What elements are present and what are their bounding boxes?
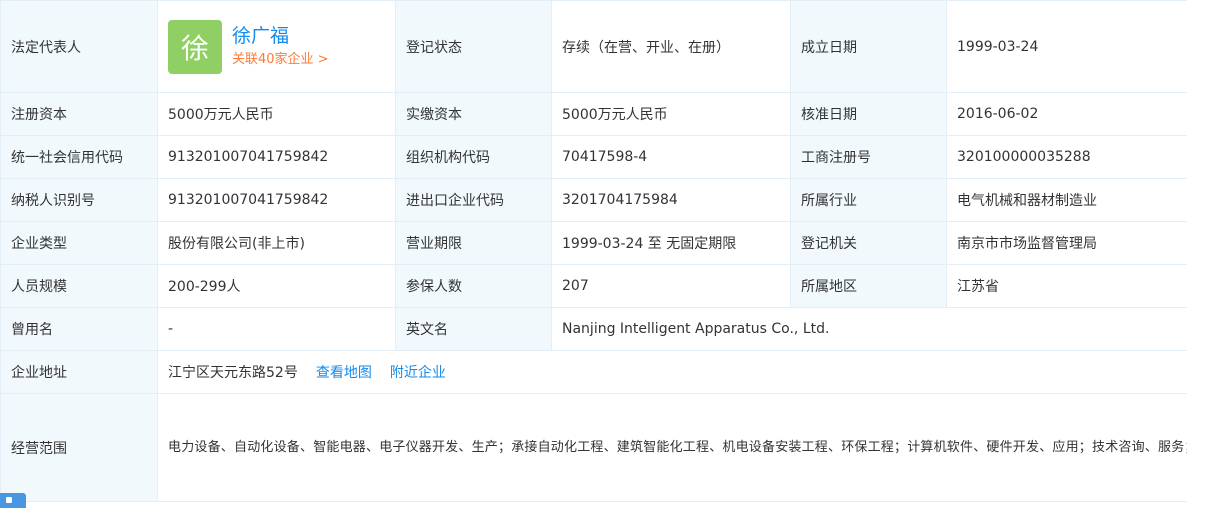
table-row: 注册资本 5000万元人民币 实缴资本 5000万元人民币 核准日期 2016-… [0, 92, 1188, 136]
table-row: 纳税人识别号 913201007041759842 进出口企业代码 320170… [0, 178, 1188, 222]
approved-date-value: 2016-06-02 [946, 92, 1188, 136]
business-scope-value: 电力设备、自动化设备、智能电器、电子仪器开发、生产；承接自动化工程、建筑智能化工… [157, 393, 1188, 502]
staff-size-label: 人员规模 [0, 264, 158, 308]
insured-count-label: 参保人数 [395, 264, 552, 308]
business-scope-label: 经营范围 [0, 393, 158, 502]
org-code-label: 组织机构代码 [395, 135, 552, 179]
view-map-link[interactable]: 查看地图 [316, 365, 372, 381]
approved-date-label: 核准日期 [790, 92, 947, 136]
table-row: 企业类型 股份有限公司(非上市) 营业期限 1999-03-24 至 无固定期限… [0, 221, 1188, 265]
table-row: 人员规模 200-299人 参保人数 207 所属地区 江苏省 [0, 264, 1188, 308]
business-term-label: 营业期限 [395, 221, 552, 265]
legal-rep-cell: 徐 徐广福 关联40家企业 > [157, 0, 396, 93]
table-row: 企业地址 江宁区天元东路52号 查看地图 附近企业 [0, 350, 1188, 394]
company-info-table: 法定代表人 徐 徐广福 关联40家企业 > 登记状态 存续（在营、开业、在册） … [0, 0, 1188, 502]
address-cell: 江宁区天元东路52号 查看地图 附近企业 [157, 350, 1188, 394]
related-companies-link[interactable]: 关联40家企业 > [232, 49, 329, 71]
table-row: 经营范围 电力设备、自动化设备、智能电器、电子仪器开发、生产；承接自动化工程、建… [0, 393, 1188, 502]
credit-code-value: 913201007041759842 [157, 135, 396, 179]
registered-capital-label: 注册资本 [0, 92, 158, 136]
org-code-value: 70417598-4 [551, 135, 791, 179]
import-export-code-label: 进出口企业代码 [395, 178, 552, 222]
avatar: 徐 [168, 19, 222, 74]
reg-number-value: 320100000035288 [946, 135, 1188, 179]
staff-size-value: 200-299人 [157, 264, 396, 308]
paid-capital-label: 实缴资本 [395, 92, 552, 136]
paid-capital-value: 5000万元人民币 [551, 92, 791, 136]
table-row: 曾用名 - 英文名 Nanjing Intelligent Apparatus … [0, 307, 1188, 351]
status-label: 登记状态 [395, 0, 552, 93]
legal-rep-name-link[interactable]: 徐广福 [232, 23, 329, 49]
table-row: 法定代表人 徐 徐广福 关联40家企业 > 登记状态 存续（在营、开业、在册） … [0, 0, 1188, 93]
reg-authority-label: 登记机关 [790, 221, 947, 265]
nearby-companies-link[interactable]: 附近企业 [390, 365, 446, 381]
feedback-icon [6, 497, 12, 503]
address-label: 企业地址 [0, 350, 158, 394]
reg-number-label: 工商注册号 [790, 135, 947, 179]
region-label: 所属地区 [790, 264, 947, 308]
credit-code-label: 统一社会信用代码 [0, 135, 158, 179]
insured-count-value: 207 [551, 264, 791, 308]
tax-id-value: 913201007041759842 [157, 178, 396, 222]
industry-value: 电气机械和器材制造业 [946, 178, 1188, 222]
company-type-value: 股份有限公司(非上市) [157, 221, 396, 265]
right-gutter [1187, 0, 1208, 508]
floating-feedback-button[interactable] [0, 493, 26, 508]
industry-label: 所属行业 [790, 178, 947, 222]
founded-value: 1999-03-24 [946, 0, 1188, 93]
tax-id-label: 纳税人识别号 [0, 178, 158, 222]
english-name-label: 英文名 [395, 307, 552, 351]
reg-authority-value: 南京市市场监督管理局 [946, 221, 1188, 265]
region-value: 江苏省 [946, 264, 1188, 308]
english-name-value: Nanjing Intelligent Apparatus Co., Ltd. [551, 307, 1188, 351]
former-name-value: - [157, 307, 396, 351]
table-row: 统一社会信用代码 913201007041759842 组织机构代码 70417… [0, 135, 1188, 179]
import-export-code-value: 3201704175984 [551, 178, 791, 222]
registered-capital-value: 5000万元人民币 [157, 92, 396, 136]
former-name-label: 曾用名 [0, 307, 158, 351]
legal-rep-label: 法定代表人 [0, 0, 158, 93]
founded-label: 成立日期 [790, 0, 947, 93]
business-term-value: 1999-03-24 至 无固定期限 [551, 221, 791, 265]
company-type-label: 企业类型 [0, 221, 158, 265]
status-value: 存续（在营、开业、在册） [551, 0, 791, 93]
address-value: 江宁区天元东路52号 [168, 365, 298, 381]
